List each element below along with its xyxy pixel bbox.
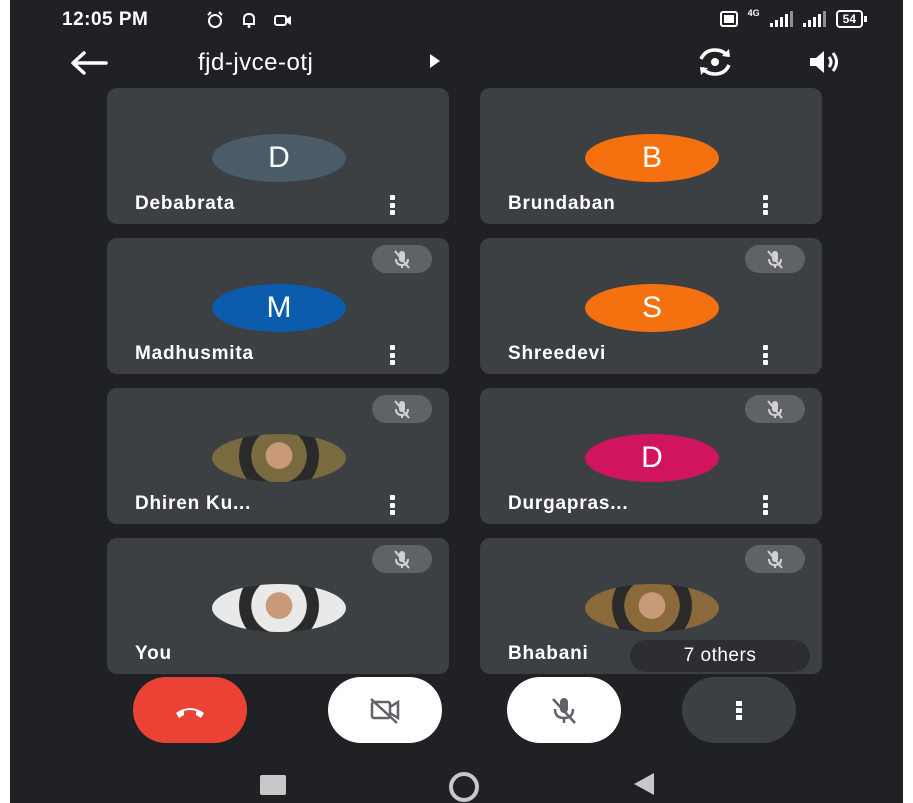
participant-menu-icon[interactable] [385,494,399,516]
meeting-header: fjd-jvce-otj [10,40,903,88]
participant-name: Debabrata [135,193,236,214]
more-vert-icon [736,701,742,720]
others-chip[interactable]: 7 others [630,640,810,672]
call-end-icon [176,708,204,718]
mic-off-icon [394,400,410,419]
meeting-code[interactable]: fjd-jvce-otj [198,49,313,77]
participant-photo [212,584,346,632]
participant-name: You [135,643,172,664]
participant-photo [585,584,719,632]
participant-tile[interactable]: Dhiren Ku... [107,388,449,524]
participant-tile[interactable]: S Shreedevi [480,238,822,374]
participant-name: Shreedevi [508,343,607,364]
switch-camera-icon[interactable] [695,45,735,79]
participant-tile[interactable]: You [107,538,449,674]
participant-menu-icon[interactable] [758,194,772,216]
participant-photo [212,434,346,482]
participant-name: Bhabani [508,643,589,664]
home-button[interactable] [449,772,479,802]
recents-button[interactable] [260,775,286,795]
participant-avatar: D [585,434,719,482]
mic-off-icon [394,250,410,269]
muted-indicator [745,395,805,423]
status-right: 4G 54 [719,8,868,28]
participant-tile[interactable]: B Brundaban [480,88,822,224]
muted-indicator [745,545,805,573]
camera-toggle-button[interactable] [328,677,442,743]
mic-off-icon [394,550,410,569]
back-nav-button[interactable] [634,773,654,795]
participant-tile[interactable]: D Durgapras... [480,388,822,524]
mic-toggle-button[interactable] [507,677,621,743]
participant-name: Dhiren Ku... [135,493,252,514]
participant-tile[interactable]: M Madhusmita [107,238,449,374]
battery-indicator: 54 [835,10,868,28]
volte-icon [719,11,738,27]
participant-menu-icon[interactable] [758,494,772,516]
participant-avatar: B [585,134,719,182]
mic-off-icon [767,400,783,419]
signal-2-icon [802,11,826,27]
participant-menu-icon[interactable] [758,344,772,366]
participant-avatar: M [212,284,346,332]
more-options-button[interactable] [682,677,796,743]
muted-indicator [372,545,432,573]
participant-menu-icon[interactable] [385,344,399,366]
participant-tile[interactable]: D Debabrata [107,88,449,224]
mic-off-icon [767,250,783,269]
arrow-left-icon[interactable] [68,48,110,78]
video-icon [274,15,291,26]
mic-off-icon [767,550,783,569]
status-notification-icons [205,11,293,29]
network-type-label: 4G [747,8,760,18]
muted-indicator [745,245,805,273]
participant-name: Brundaban [508,193,616,214]
participant-name: Madhusmita [135,343,254,364]
meeting-details-arrow-icon[interactable] [430,54,440,68]
meet-call-screen: 12:05 PM 4G 54 fjd-jvce-otj D Debabrata … [10,0,903,803]
participant-avatar: S [585,284,719,332]
camera-off-icon [370,698,400,724]
status-bar: 12:05 PM 4G 54 [10,0,903,40]
participant-avatar: D [212,134,346,182]
muted-indicator [372,245,432,273]
end-call-button[interactable] [133,677,247,743]
participant-menu-icon[interactable] [385,194,399,216]
muted-indicator [372,395,432,423]
notification-bell-icon [243,12,255,28]
alarm-icon [207,11,223,28]
mic-off-icon [552,698,576,724]
signal-1-icon [769,11,793,27]
participant-name: Durgapras... [508,493,629,514]
speaker-icon[interactable] [806,47,842,77]
status-time: 12:05 PM [62,9,149,30]
